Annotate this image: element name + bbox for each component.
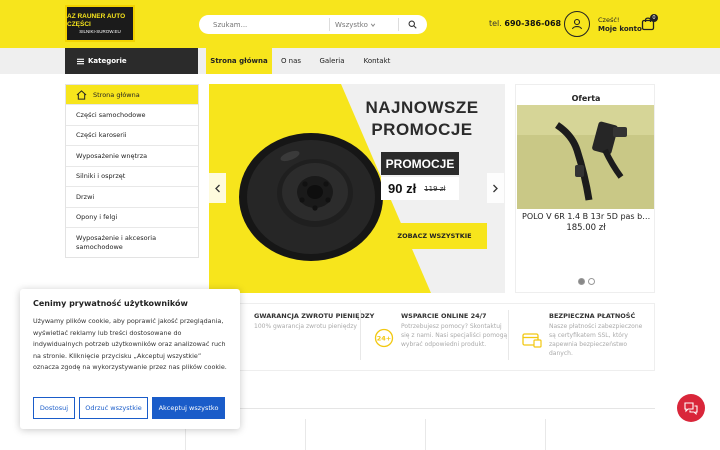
- offer-pagination: [578, 278, 595, 285]
- phone-label: tel.: [489, 19, 502, 28]
- support-icon-label: 24+: [377, 335, 392, 343]
- feature-desc: 100% gwarancja zwrotu pieniędzy: [254, 323, 357, 330]
- cookie-title: Cenimy prywatność użytkowników: [33, 299, 188, 308]
- pagination-dot-1[interactable]: [578, 278, 585, 285]
- menu-icon: [77, 58, 84, 64]
- chevron-right-icon: [493, 184, 498, 192]
- feature-title: GWARANCJA ZWROTU PIENIĘDZY: [254, 312, 375, 320]
- cart-count-badge: 0: [650, 14, 658, 22]
- sidebar-item-interior[interactable]: Wyposażenie wnętrza: [66, 146, 198, 167]
- sidebar-item-body-parts[interactable]: Części karoserii: [66, 126, 198, 146]
- search-bar: Wszystko: [199, 15, 427, 34]
- cookie-reject-button[interactable]: Odrzuć wszystkie: [79, 397, 148, 419]
- price-old: 119 zł: [424, 184, 446, 193]
- chat-button[interactable]: [677, 394, 705, 422]
- chevron-left-icon: [215, 184, 220, 192]
- feature-title: WSPARCIE ONLINE 24/7: [401, 312, 487, 320]
- logo-text: AZ RAUNER AUTO CZĘŚCI: [67, 12, 126, 28]
- account-link[interactable]: Cześć! Moje konto: [598, 16, 642, 34]
- nav-item-home[interactable]: Strona główna: [206, 48, 272, 74]
- account-label: Moje konto: [598, 25, 642, 33]
- feature-money-back: GWARANCJA ZWROTU PIENIĘDZY 100% gwarancj…: [254, 312, 394, 331]
- price-new: 90 zł: [388, 181, 417, 196]
- promo-label: PROMOCJE: [381, 152, 459, 175]
- sidebar-item-accessories[interactable]: Wyposażenie i akcesoria samochodowe: [66, 228, 198, 257]
- banner-title-line1: NAJNOWSZE: [365, 98, 479, 117]
- banner-title: NAJNOWSZE PROMOCJE: [352, 97, 492, 141]
- offer-product-price: 185.00 zł: [566, 223, 606, 233]
- sidebar-item-label: Strona główna: [93, 90, 140, 99]
- credit-card-icon: [522, 333, 542, 348]
- category-sidebar: Strona główna Części samochodowe Części …: [65, 84, 199, 258]
- nav-item-contact[interactable]: Kontakt: [358, 48, 396, 74]
- offer-product-image[interactable]: [517, 105, 654, 209]
- seat-belt-image: [517, 105, 654, 209]
- account-button[interactable]: [564, 11, 590, 37]
- product-card[interactable]: [425, 419, 543, 450]
- banner-prev-button[interactable]: [209, 173, 226, 203]
- offer-product-name[interactable]: POLO V 6R 1.4 B 13r 5D pas bezpieczeństw…: [522, 212, 652, 221]
- phone-number: 690-386-068: [504, 19, 562, 28]
- user-icon: [571, 18, 583, 30]
- sidebar-item-doors[interactable]: Drzwi: [66, 187, 198, 208]
- sidebar-item-engines[interactable]: Silniki i osprzęt: [66, 167, 198, 187]
- phone-contact[interactable]: tel. 690-386-068: [489, 19, 561, 28]
- categories-label: Kategorie: [88, 57, 127, 65]
- spare-tire-image: [239, 133, 383, 261]
- product-card[interactable]: [305, 419, 423, 450]
- banner-title-line2: PROMOCJE: [371, 120, 473, 139]
- feature-support: WSPARCIE ONLINE 24/7 Potrzebujesz pomocy…: [401, 312, 511, 349]
- feature-title: BEZPIECZNA PŁATNOŚĆ: [549, 312, 636, 320]
- cookie-actions: Dostosuj Odrzuć wszystkie Akceptuj wszys…: [33, 397, 225, 419]
- feature-desc: Nasze płatności zabezpieczone są certyfi…: [549, 323, 643, 357]
- search-input[interactable]: [199, 16, 329, 33]
- sidebar-item-tires[interactable]: Opony i felgi: [66, 208, 198, 228]
- home-icon: [76, 89, 87, 100]
- cookie-consent-banner: Cenimy prywatność użytkowników Używamy p…: [20, 289, 240, 429]
- cookie-customize-button[interactable]: Dostosuj: [33, 397, 75, 419]
- offer-title: Oferta: [571, 94, 601, 103]
- banner-price: 90 zł 119 zł: [381, 177, 459, 200]
- nav-item-gallery[interactable]: Galeria: [314, 48, 350, 74]
- features-strip: GWARANCJA ZWROTU PIENIĘDZY 100% gwarancj…: [209, 303, 655, 371]
- banner-next-button[interactable]: [487, 173, 504, 203]
- offer-widget: Oferta POLO V 6R 1.4 B 13r 5D pas bezpie…: [515, 84, 655, 293]
- search-category-label: Wszystko: [335, 20, 368, 29]
- feature-divider: [508, 310, 509, 360]
- search-category-select[interactable]: Wszystko: [330, 21, 398, 29]
- search-icon: [408, 20, 417, 29]
- sidebar-item-home[interactable]: Strona główna: [66, 85, 198, 105]
- product-card[interactable]: [545, 419, 663, 450]
- sidebar-item-car-parts[interactable]: Części samochodowe: [66, 105, 198, 126]
- see-all-button[interactable]: ZOBACZ WSZYSTKIE: [382, 223, 487, 249]
- chat-bubbles-icon: [684, 402, 698, 415]
- cookie-text: Używamy plików cookie, aby poprawić jako…: [33, 317, 227, 371]
- nav-item-about[interactable]: O nas: [276, 48, 306, 74]
- logo-subtext: SILNIKI-SUROW.EU: [79, 28, 121, 34]
- categories-button[interactable]: Kategorie: [65, 48, 198, 74]
- support-24-icon: 24+: [374, 328, 394, 348]
- account-greeting: Cześć!: [598, 16, 620, 24]
- site-logo[interactable]: AZ RAUNER AUTO CZĘŚCI SILNIKI-SUROW.EU: [65, 5, 135, 42]
- feature-divider: [360, 310, 361, 360]
- search-button[interactable]: [399, 16, 425, 33]
- feature-desc: Potrzebujesz pomocy? Skontaktuj się z na…: [401, 323, 508, 348]
- feature-secure-payment: BEZPIECZNA PŁATNOŚĆ Nasze płatności zabe…: [549, 312, 649, 358]
- chevron-down-icon: [370, 23, 376, 27]
- pagination-dot-2[interactable]: [588, 278, 595, 285]
- cookie-accept-button[interactable]: Akceptuj wszystko: [152, 397, 225, 419]
